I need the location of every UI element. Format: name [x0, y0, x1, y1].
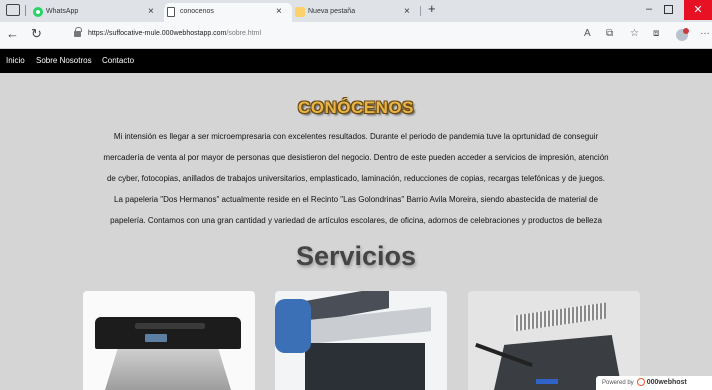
printer-tray	[105, 349, 231, 390]
services-title: Servicios	[295, 241, 417, 271]
tab-conocenos[interactable]: conocenos ×	[164, 3, 292, 22]
intro-line: de cyber, fotocopias, anillados de traba…	[106, 174, 606, 183]
printer-body	[95, 317, 241, 349]
maximize-icon[interactable]	[664, 5, 673, 14]
new-tab-icon[interactable]: +	[428, 1, 436, 16]
extensions-icon[interactable]: ⧉	[606, 28, 613, 39]
tab-separator	[25, 5, 26, 16]
page-title: CONÓCENOS	[298, 98, 414, 117]
reload-icon[interactable]: ↻	[31, 26, 42, 42]
binder-label	[536, 379, 558, 384]
nav-link-inicio[interactable]: Inicio	[6, 56, 25, 65]
close-tab-icon[interactable]: ×	[276, 6, 282, 17]
back-icon[interactable]: ←	[6, 26, 19, 41]
nav-link-sobre-nosotros[interactable]: Sobre Nosotros	[36, 56, 92, 65]
more-icon[interactable]: …	[700, 26, 710, 37]
tab-title: WhatsApp	[46, 8, 79, 15]
tab-title: conocenos	[180, 8, 214, 15]
000webhost-logo-icon	[636, 378, 645, 387]
minimize-icon[interactable]: –	[646, 3, 652, 15]
site-navbar: Inicio Sobre Nosotros Contacto	[0, 49, 712, 73]
close-window-icon[interactable]: ✕	[684, 0, 712, 20]
url-host: https://suffocative-mule.000webhostapp.c…	[88, 30, 227, 37]
intro-paragraph: Mi intensión es llegar a ser microempres…	[30, 126, 682, 231]
printer-screen	[145, 334, 167, 342]
intro-line: Mi intensión es llegar a ser microempres…	[113, 132, 599, 141]
binder-comb	[514, 302, 606, 332]
collections-icon[interactable]: ⧈	[653, 28, 659, 39]
url-field[interactable]: https://suffocative-mule.000webhostapp.c…	[88, 30, 261, 37]
intro-line: mercadería de venta al por mayor de pers…	[103, 153, 609, 162]
badge-prefix: Powered by	[602, 380, 634, 386]
printer-image	[83, 291, 255, 390]
nav-link-contacto[interactable]: Contacto	[102, 56, 134, 65]
url-path: /sobre.html	[226, 30, 262, 37]
copier-image	[275, 291, 447, 390]
document-icon	[167, 7, 175, 17]
tab-whatsapp[interactable]: WhatsApp ×	[30, 3, 164, 22]
printer-panel	[135, 323, 205, 329]
lock-icon[interactable]	[74, 27, 82, 37]
whatsapp-icon	[33, 7, 43, 17]
favorites-icon[interactable]: ☆	[630, 28, 639, 39]
close-tab-icon[interactable]: ×	[404, 6, 410, 17]
read-aloud-icon[interactable]: A	[584, 28, 591, 39]
address-bar: ← ↻ https://suffocative-mule.000webhosta…	[0, 22, 712, 49]
tab-strip: WhatsApp × conocenos × Nueva pestaña × +…	[0, 0, 712, 22]
close-tab-icon[interactable]: ×	[148, 6, 154, 17]
intro-line: papelería. Contamos con una gran cantida…	[110, 216, 602, 225]
tab-title: Nueva pestaña	[308, 8, 356, 15]
tab-nueva-pestana[interactable]: Nueva pestaña ×	[292, 3, 420, 22]
hosting-badge[interactable]: Powered by 000webhost	[596, 376, 712, 390]
copier-base	[305, 343, 425, 390]
tab-actions-icon[interactable]	[6, 4, 20, 16]
copier-arm	[275, 299, 311, 353]
badge-brand: 000webhost	[646, 379, 687, 386]
intro-line: La papeleria "Dos Hermanos" actualmente …	[114, 195, 598, 204]
profile-icon[interactable]	[676, 28, 689, 41]
tab-divider	[420, 6, 421, 16]
new-tab-page-icon	[295, 7, 305, 17]
